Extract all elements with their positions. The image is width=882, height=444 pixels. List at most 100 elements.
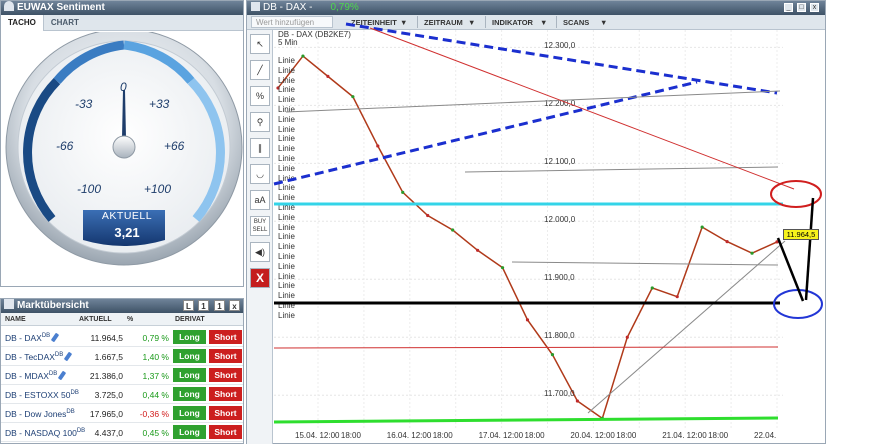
line-legend-entry[interactable]: Linie — [278, 291, 295, 300]
menu-indikator[interactable]: INDIKATOR — [492, 18, 533, 27]
long-button[interactable]: Long — [173, 368, 206, 382]
edit-pen-icon[interactable] — [50, 332, 60, 343]
short-button[interactable]: Short — [209, 330, 242, 344]
line-legend-entry[interactable]: Linie — [278, 183, 295, 192]
delete-tool-icon[interactable]: X — [250, 268, 270, 288]
tab-chart[interactable]: CHART — [44, 15, 86, 31]
edit-pen-icon[interactable] — [58, 370, 67, 381]
line-legend-entry[interactable]: Linie — [278, 144, 295, 153]
zoom-tool-icon[interactable]: ⚲ — [250, 112, 270, 132]
line-legend-entry[interactable]: Linie — [278, 281, 295, 290]
sentiment-title: EUWAX Sentiment — [17, 2, 105, 13]
add-symbol-input[interactable]: Wert hinzufügen — [251, 16, 333, 28]
line-legend-entry[interactable]: Linie — [278, 66, 295, 75]
buy-sell-tool-icon[interactable]: BUY SELL — [250, 216, 270, 236]
market-row[interactable]: DB - Dow JonesDB 17.965,0 -0,36 % Long S… — [1, 404, 243, 423]
market-row[interactable]: DB - TecDAXDB 1.667,5 1,40 % Long Short — [1, 347, 243, 366]
minimize-button[interactable]: _ — [784, 3, 793, 12]
market-row-pct: 0,79 % — [142, 333, 169, 343]
col-name[interactable]: NAME — [5, 316, 26, 323]
market-page1-button[interactable]: 1 — [198, 300, 209, 311]
menu-scans[interactable]: SCANS — [563, 18, 589, 27]
line-legend-entry[interactable]: Linie — [278, 213, 295, 222]
chevron-down-icon[interactable]: ▼ — [468, 18, 475, 27]
price-chart[interactable] — [274, 30, 783, 430]
chevron-down-icon[interactable]: ▼ — [400, 18, 407, 27]
line-legend-entry[interactable]: Linie — [278, 232, 295, 241]
percent-tool-icon[interactable]: % — [250, 86, 270, 106]
market-row[interactable]: DB - DAXDB 11.964,5 0,79 % Long Short — [1, 328, 243, 347]
market-page1b-button[interactable]: 1 — [214, 300, 225, 311]
market-row-value: 11.964,5 — [90, 333, 123, 343]
long-button[interactable]: Long — [173, 406, 206, 420]
toolbar-divider — [485, 16, 486, 28]
tab-tacho[interactable]: TACHO — [1, 15, 44, 31]
short-button[interactable]: Short — [209, 425, 242, 439]
short-button[interactable]: Short — [209, 406, 242, 420]
short-button[interactable]: Short — [209, 368, 242, 382]
line-legend-entry[interactable]: Linie — [278, 134, 295, 143]
line-legend-entry[interactable]: Linie — [278, 311, 295, 320]
market-row-name[interactable]: DB - TecDAXDB — [5, 351, 73, 362]
col-aktuell[interactable]: AKTUELL — [79, 316, 112, 323]
market-title: Marktübersicht — [17, 300, 89, 311]
market-l-button[interactable]: L — [183, 300, 194, 311]
current-price-tag: 11.964,5 — [783, 229, 819, 240]
long-button[interactable]: Long — [173, 330, 206, 344]
market-row[interactable]: DB - NASDAQ 100DB 4.437,0 0,45 % Long Sh… — [1, 423, 243, 442]
price-point — [451, 228, 455, 232]
market-row-name[interactable]: DB - ESTOXX 50DB — [5, 390, 79, 400]
line-legend-entry[interactable]: Linie — [278, 105, 295, 114]
market-row-name[interactable]: DB - MDAXDB — [5, 370, 67, 381]
gauge-icon — [4, 1, 14, 11]
maximize-button[interactable]: □ — [797, 3, 806, 12]
line-legend-entry[interactable]: Linie — [278, 174, 295, 183]
line-legend-entry[interactable]: Linie — [278, 193, 295, 202]
line-legend-entry[interactable]: Linie — [278, 203, 295, 212]
line-legend-entry[interactable]: Linie — [278, 85, 295, 94]
line-legend-entry[interactable]: Linie — [278, 272, 295, 281]
y-tick-label: 12.100,0 — [544, 157, 576, 167]
line-legend-entry[interactable]: Linie — [278, 56, 295, 65]
sound-tool-icon[interactable]: ◀) — [250, 242, 270, 262]
line-tool-icon[interactable]: ╱ — [250, 60, 270, 80]
market-row[interactable]: DB - MDAXDB 21.386,0 1,37 % Long Short — [1, 366, 243, 385]
short-button[interactable]: Short — [209, 387, 242, 401]
chevron-down-icon[interactable]: ▼ — [600, 18, 607, 27]
edit-pen-icon[interactable] — [64, 351, 73, 362]
x-tick-label: 21.04. 12:00 — [662, 431, 707, 440]
line-legend-entry[interactable]: Linie — [278, 223, 295, 232]
line-legend-entry[interactable]: Linie — [278, 242, 295, 251]
line-legend-entry[interactable]: Linie — [278, 301, 295, 310]
line-legend-entry[interactable]: Linie — [278, 76, 295, 85]
line-legend-entry[interactable]: Linie — [278, 252, 295, 261]
chevron-down-icon[interactable]: ▼ — [540, 18, 547, 27]
chart-title: DB - DAX - — [263, 2, 313, 13]
line-legend-entry[interactable]: Linie — [278, 115, 295, 124]
long-button[interactable]: Long — [173, 349, 206, 363]
line-legend-entry[interactable]: Linie — [278, 154, 295, 163]
menu-zeiteinheit[interactable]: ZEITEINHEIT — [351, 18, 397, 27]
long-button[interactable]: Long — [173, 425, 206, 439]
market-row-value: 17.965,0 — [89, 409, 123, 419]
market-row[interactable]: DB - ESTOXX 50DB 3.725,0 0,44 % Long Sho… — [1, 385, 243, 404]
col-pct[interactable]: % — [127, 316, 133, 323]
market-row-name[interactable]: DB - DAXDB — [5, 332, 60, 343]
parallel-tool-icon[interactable]: ∥ — [250, 138, 270, 158]
price-point — [376, 144, 380, 148]
line-legend-entry[interactable]: Linie — [278, 262, 295, 271]
line-legend-entry[interactable]: Linie — [278, 164, 295, 173]
line-legend-entry[interactable]: Linie — [278, 95, 295, 104]
line-legend-entry[interactable]: Linie — [278, 125, 295, 134]
menu-zeitraum[interactable]: ZEITRAUM — [424, 18, 463, 27]
market-row-name[interactable]: DB - Dow JonesDB — [5, 409, 75, 419]
short-button[interactable]: Short — [209, 349, 242, 363]
close-button[interactable]: x — [810, 3, 819, 12]
cursor-tool-icon[interactable]: ↖ — [250, 34, 270, 54]
aktuell-label: AKTUELL — [101, 210, 153, 222]
long-button[interactable]: Long — [173, 387, 206, 401]
market-close-button[interactable]: x — [229, 300, 240, 311]
market-row-value: 1.667,5 — [94, 352, 123, 362]
text-tool-icon[interactable]: aA — [250, 190, 270, 210]
curve-tool-icon[interactable]: ◡ — [250, 164, 270, 184]
